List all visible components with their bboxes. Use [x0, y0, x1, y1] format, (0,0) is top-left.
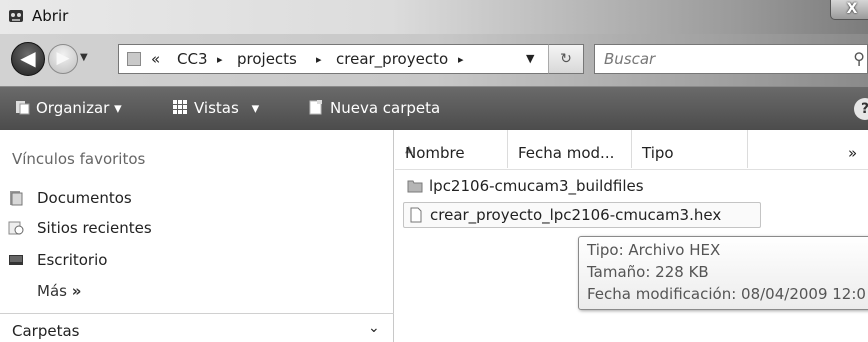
navigation-bar: ◀ ▶ ▼ « CC3 ▸ projects ▸ crear_proyecto … [0, 34, 868, 86]
views-button[interactable]: Vistas ▾ [172, 99, 259, 117]
column-nombre[interactable]: ▲ Nombre [395, 130, 508, 168]
column-label: Fecha mod... [518, 144, 615, 162]
column-label: Nombre [405, 144, 465, 162]
organize-icon [16, 101, 30, 115]
sidebar-item-sitios-recientes[interactable]: Sitios recientes [8, 216, 388, 244]
pane-divider [0, 313, 394, 314]
column-label: Tipo [642, 144, 674, 162]
folder-icon [127, 52, 141, 66]
folders-toggle[interactable]: Carpetas [12, 322, 79, 340]
more-links-button[interactable]: Más » [37, 282, 81, 300]
tooltip-size: Tamaño: 228 KB [587, 263, 709, 281]
help-icon[interactable]: ? [854, 98, 868, 120]
title-bar: Abrir X [0, 0, 868, 34]
search-box[interactable]: Buscar ⚲ [594, 44, 868, 74]
more-label: Más [37, 282, 67, 300]
file-row-folder[interactable]: lpc2106-cmucam3_buildfiles [403, 174, 703, 200]
breadcrumb-separator-icon[interactable]: ▸ [458, 53, 464, 66]
tooltip-type: Tipo: Archivo HEX [587, 241, 721, 259]
double-chevron-icon: » [848, 144, 858, 162]
sidebar-item-escritorio[interactable]: Escritorio [8, 248, 388, 276]
close-icon: X [846, 1, 858, 17]
folder-icon [407, 180, 423, 193]
back-button[interactable]: ◀ [11, 42, 45, 76]
close-button[interactable]: X [830, 0, 868, 20]
views-icon [173, 100, 187, 114]
chevron-down-icon[interactable]: ⌄ [368, 320, 380, 336]
file-name: lpc2106-cmucam3_buildfiles [429, 177, 644, 195]
arrow-left-icon: ◀ [20, 46, 36, 70]
navigation-pane: Vínculos favoritos Documentos Sitios rec… [0, 130, 394, 342]
app-icon [9, 10, 23, 22]
sidebar-item-label: Sitios recientes [37, 219, 152, 237]
double-chevron-icon: » [71, 282, 82, 300]
address-dropdown-icon[interactable]: ▼ [526, 52, 534, 65]
organize-button[interactable]: Organizar ▾ [14, 99, 122, 117]
breadcrumb-separator-icon[interactable]: ▸ [316, 53, 322, 66]
file-name: crear_proyecto_lpc2106-cmucam3.hex [430, 206, 722, 224]
file-row-hex[interactable]: crear_proyecto_lpc2106-cmucam3.hex [403, 202, 761, 228]
breadcrumb-projects[interactable]: projects [237, 50, 297, 68]
favorites-heading: Vínculos favoritos [12, 150, 146, 168]
column-tipo[interactable]: Tipo [632, 130, 748, 168]
forward-button[interactable]: ▶ [48, 44, 78, 74]
column-header: ▲ Nombre Fecha mod... Tipo » [395, 130, 868, 170]
recent-pages-dropdown-icon[interactable]: ▼ [80, 52, 88, 63]
search-icon[interactable]: ⚲ [853, 49, 865, 68]
refresh-icon: ↻ [560, 51, 572, 67]
address-bar[interactable]: « CC3 ▸ projects ▸ crear_proyecto ▸ ▼ [118, 44, 576, 74]
views-label: Vistas [194, 99, 239, 117]
window-title: Abrir [32, 7, 69, 25]
new-folder-button[interactable]: Nueva carpeta [308, 99, 440, 117]
new-folder-label: Nueva carpeta [330, 99, 441, 117]
column-fecha[interactable]: Fecha mod... [508, 130, 632, 168]
desktop-icon [9, 255, 23, 265]
breadcrumb-overflow[interactable]: « [151, 50, 160, 68]
chevron-down-icon: ▾ [251, 99, 260, 117]
command-toolbar: Organizar ▾ Vistas ▾ Nueva carpeta ? [0, 86, 868, 130]
column-overflow[interactable]: » [748, 130, 868, 168]
breadcrumb-cc3[interactable]: CC3 [177, 50, 208, 68]
file-icon [410, 207, 422, 223]
recent-places-icon [8, 221, 24, 235]
chevron-down-icon: ▾ [114, 99, 122, 117]
arrow-right-icon: ▶ [56, 48, 70, 68]
tooltip-date: Fecha modificación: 08/04/2009 12:0 [587, 285, 866, 303]
sidebar-item-documentos[interactable]: Documentos [8, 186, 388, 214]
new-folder-icon [309, 100, 322, 115]
documents-icon [10, 191, 23, 206]
search-placeholder: Buscar [604, 50, 656, 68]
sidebar-item-label: Documentos [37, 189, 132, 207]
file-info-tooltip: Tipo: Archivo HEX Tamaño: 228 KB Fecha m… [578, 236, 868, 310]
breadcrumb-crear-proyecto[interactable]: crear_proyecto [336, 50, 448, 68]
refresh-button[interactable]: ↻ [548, 44, 584, 74]
breadcrumb-separator-icon[interactable]: ▸ [217, 53, 223, 66]
organize-label: Organizar [36, 99, 110, 117]
sidebar-item-label: Escritorio [37, 251, 108, 269]
